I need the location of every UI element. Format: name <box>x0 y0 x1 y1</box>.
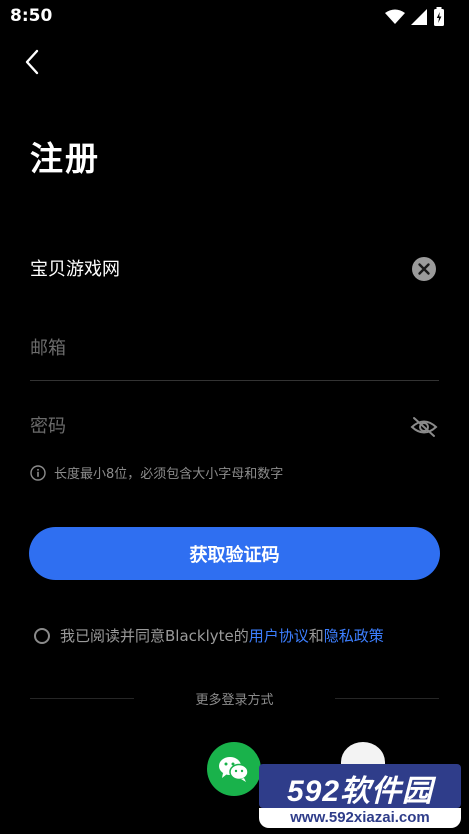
password-input[interactable] <box>30 398 390 454</box>
agreement-connector: 和 <box>308 627 324 645</box>
alt-login-divider: 更多登录方式 <box>30 688 439 708</box>
wifi-icon <box>385 9 405 24</box>
wechat-login-button[interactable] <box>207 742 261 796</box>
back-button[interactable] <box>18 48 46 76</box>
watermark-logo: 592软件园 www.592xiazai.com <box>257 742 463 830</box>
chevron-left-icon <box>25 49 39 75</box>
password-hint: 长度最小8位，必须包含大小字母和数字 <box>30 463 283 482</box>
status-time: 8:50 <box>10 6 53 26</box>
password-field-container <box>30 398 439 458</box>
email-field-container <box>30 320 439 381</box>
watermark-brand-box: 592软件园 <box>259 764 461 808</box>
get-verification-code-button[interactable]: 获取验证码 <box>29 527 440 580</box>
battery-icon <box>434 7 444 26</box>
page-title: 注册 <box>30 139 100 178</box>
watermark-brand: 592软件园 <box>286 775 434 808</box>
status-bar: 8:50 <box>0 0 469 32</box>
agreement-prefix: 我已阅读并同意Blacklyte的 <box>60 627 249 645</box>
clear-icon[interactable] <box>412 257 436 281</box>
username-field-container <box>30 240 439 300</box>
watermark-url-bar: www.592xiazai.com <box>259 808 461 828</box>
privacy-link[interactable]: 隐私政策 <box>324 625 384 646</box>
wechat-icon <box>219 757 249 782</box>
eye-off-icon[interactable] <box>410 415 438 439</box>
agreement-row: 我已阅读并同意Blacklyte的 用户协议 和 隐私政策 <box>34 625 384 646</box>
agreement-checkbox[interactable] <box>34 627 50 644</box>
signal-icon <box>411 9 427 25</box>
email-input[interactable] <box>30 320 390 376</box>
terms-link[interactable]: 用户协议 <box>249 625 309 646</box>
status-icons <box>385 7 445 27</box>
username-input[interactable] <box>30 240 390 296</box>
info-icon <box>30 464 46 481</box>
divider-line-right <box>335 698 439 699</box>
hint-text: 长度最小8位，必须包含大小字母和数字 <box>54 467 284 482</box>
watermark-url: www.592xiazai.com <box>290 809 430 826</box>
